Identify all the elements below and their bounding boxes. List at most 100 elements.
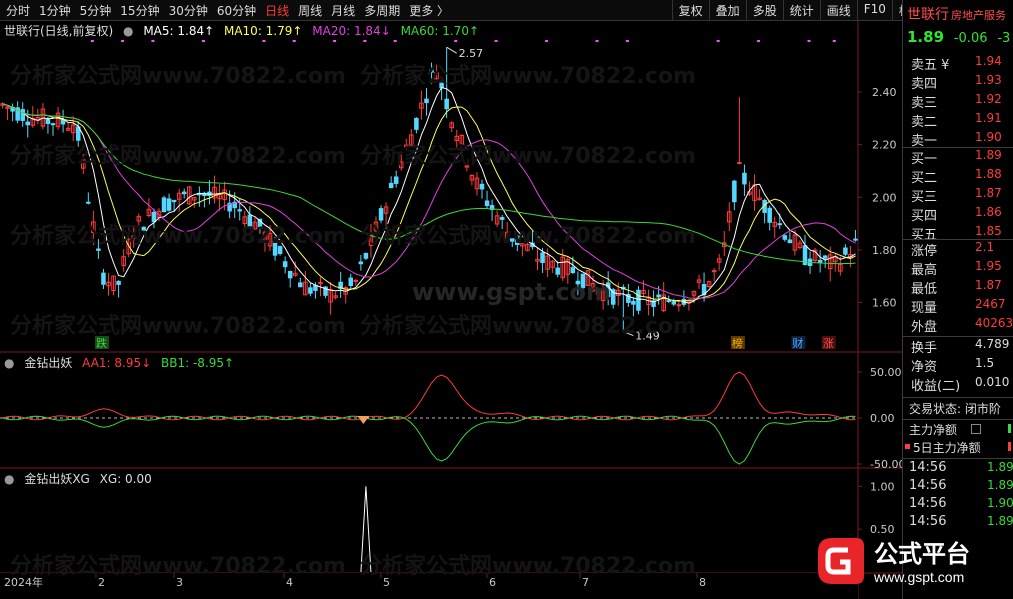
- diamond-icon: [357, 416, 370, 424]
- candle-body: [822, 255, 828, 259]
- signal-dot: [121, 40, 125, 42]
- main-funds-5d-label: 5日主力净额: [913, 441, 981, 455]
- period-tab[interactable]: 1分钟: [39, 2, 71, 19]
- main-funds-row[interactable]: 主力净额: [903, 421, 1013, 439]
- tick-row: 14:56 1.89: [903, 460, 1013, 478]
- candle-body: [555, 267, 560, 275]
- chart-area[interactable]: 2.40 2.20 2.00 1.80 1.60 2.57 1.49 跌 榜 财 涨 50.00 0.0…: [0, 20, 902, 599]
- price-axis-label: 2.20: [872, 139, 897, 152]
- price-axis-label: 2.00: [872, 191, 897, 204]
- period-tab[interactable]: 5分钟: [80, 2, 112, 19]
- period-tab[interactable]: 多周期: [364, 2, 400, 19]
- logo-text: 公式平台: [874, 540, 970, 568]
- main-funds-5d-row[interactable]: 5日主力净额: [903, 439, 1013, 457]
- quote-row: 最高 1.95: [903, 259, 1013, 278]
- tick-price: 1.90: [987, 496, 1013, 510]
- tick-price: 1.89: [987, 514, 1013, 528]
- x-axis-month: 3: [176, 576, 183, 589]
- x-axis-month: 6: [489, 576, 496, 589]
- signal-dot: [595, 40, 599, 42]
- indicator-axis-label: 1.00: [870, 480, 895, 493]
- candle-body: [25, 121, 31, 126]
- bb1-label: BB1: -8.95↑: [161, 356, 235, 370]
- period-tab[interactable]: 更多 〉: [409, 2, 449, 19]
- quote-value: 1.85: [975, 224, 1002, 238]
- toolbar-button[interactable]: 画线: [819, 0, 857, 20]
- quote-row: 外盘 40263: [903, 316, 1013, 335]
- indicator2-legend: ● 金钻出妖XG XG: 0.00: [4, 470, 158, 487]
- toolbar-button[interactable]: 叠加: [708, 0, 746, 20]
- quote-label: 涨停: [911, 244, 938, 259]
- high-pointer: [446, 46, 457, 54]
- toolbar-button[interactable]: 多股: [745, 0, 783, 20]
- candle-body: [671, 301, 677, 305]
- candle-body: [782, 235, 788, 240]
- quote-row: 卖四 1.93: [903, 73, 1013, 92]
- price-axis-label: 2.40: [872, 86, 897, 99]
- settings-dot-icon[interactable]: ●: [4, 472, 14, 486]
- candle-body: [353, 279, 359, 282]
- settings-dot-icon[interactable]: ●: [123, 24, 133, 38]
- candle-body: [181, 191, 187, 195]
- x-axis-year: 2024年: [4, 575, 43, 589]
- candle-body: [540, 252, 545, 264]
- quote-row: 买四 1.86: [903, 205, 1013, 224]
- candle-body: [656, 294, 661, 298]
- settings-dot-icon[interactable]: ●: [4, 356, 14, 370]
- quote-value: 1.94: [975, 54, 1002, 68]
- tick-row: 14:56 1.89: [903, 478, 1013, 496]
- period-tab[interactable]: 15分钟: [120, 2, 159, 19]
- candle-body: [393, 176, 399, 184]
- quote-row: 卖二 1.91: [903, 111, 1013, 130]
- quote-label: 卖二: [911, 115, 938, 130]
- ma5-label: MA5: 1.84↑: [143, 24, 215, 38]
- candle-body: [666, 300, 672, 303]
- price-axis-label: 1.80: [872, 244, 897, 257]
- quote-value: 1.89: [975, 148, 1002, 162]
- x-axis-bg: [0, 573, 858, 599]
- toolbar-button[interactable]: 复权: [671, 0, 709, 20]
- tick-price: 1.89: [987, 478, 1013, 492]
- candle-body: [631, 300, 636, 305]
- signal-dot: [363, 40, 367, 42]
- period-tab[interactable]: 60分钟: [217, 2, 256, 19]
- quote-value: 40263: [975, 316, 1013, 330]
- tick-time: 14:56: [909, 460, 947, 475]
- candle-body: [298, 282, 303, 288]
- candle-body: [676, 304, 682, 307]
- candle-body: [636, 289, 641, 311]
- period-tab[interactable]: 日线: [265, 2, 289, 19]
- period-tab[interactable]: 周线: [298, 2, 322, 19]
- last-price: 1.89: [907, 28, 945, 46]
- panel-price: 1.89 -0.06 -3: [907, 28, 1010, 46]
- marker-zhang: 涨: [823, 337, 834, 350]
- xg-label: XG: 0.00: [99, 472, 152, 486]
- period-tabs: 分时 1分钟 5分钟 15分钟 30分钟 60分钟 日线 周线 月线 多周期 更多 〉: [6, 2, 449, 19]
- candle-body: [424, 98, 429, 104]
- aa-line: [2, 371, 856, 421]
- chart-canvas[interactable]: 2.40 2.20 2.00 1.80 1.60 2.57 1.49 跌 榜 财 涨 50.00 0.0…: [0, 20, 902, 599]
- logo-mark-icon: [818, 538, 864, 584]
- period-tab[interactable]: 分时: [6, 2, 30, 19]
- quote-value: 1.5: [975, 356, 995, 370]
- trade-status: 交易状态: 闭市阶: [903, 400, 1013, 418]
- quote-label: 买四: [911, 209, 938, 224]
- signal-dot: [545, 40, 549, 42]
- period-tab[interactable]: 30分钟: [169, 2, 208, 19]
- main-funds-label: 主力净额: [909, 423, 958, 437]
- toolbar-button[interactable]: F10: [856, 0, 892, 20]
- toolbar-button[interactable]: 统计: [782, 0, 820, 20]
- quote-value: 1.93: [975, 73, 1002, 87]
- table-icon[interactable]: [971, 424, 981, 434]
- xg-signal: [360, 486, 372, 573]
- candle-body: [388, 182, 394, 189]
- quote-label: 卖五 ¥: [911, 58, 950, 73]
- ma10-label: MA10: 1.79↑: [223, 24, 303, 38]
- quote-value: 1.91: [975, 111, 1002, 125]
- quote-row: 卖五 ¥ 1.94: [903, 54, 1013, 73]
- period-tab[interactable]: 月线: [331, 2, 355, 19]
- marker-die: 跌: [96, 336, 107, 350]
- quote-row: 收益(二) 0.010: [903, 375, 1013, 394]
- quote-label: 卖四: [911, 77, 938, 92]
- quote-value: 1.92: [975, 92, 1002, 106]
